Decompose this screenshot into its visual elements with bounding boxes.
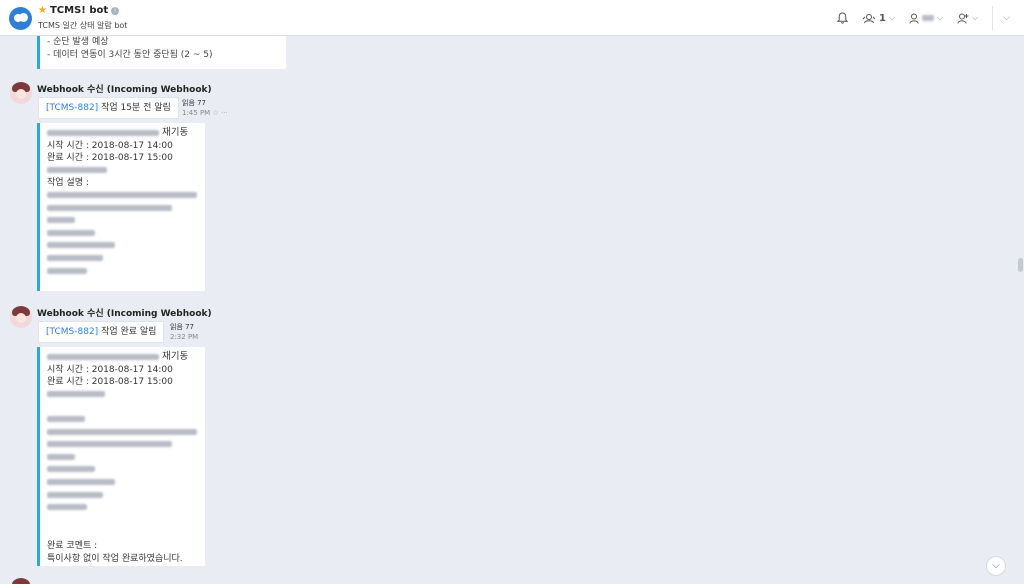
blurred-text [47,130,159,137]
read-count[interactable]: 읽음 77 [182,98,206,108]
card-line-blurred [47,439,205,452]
card-desc-label: 작업 설명 : [47,178,89,189]
chevron-down-icon: ⌵ [972,13,979,22]
card-start-time: 시작 시간 : 2018-08-17 14:00 [47,140,173,151]
card-title-suffix: 재기동 [162,127,189,139]
card-line-blurred [47,203,205,216]
card-end-time: 완료 시간 : 2018-08-17 15:00 [47,377,173,388]
member-count: 1 [878,12,886,24]
message-card: 재기동 시작 시간 : 2018-08-17 14:00 완료 시간 : 201… [37,347,205,566]
message-text: 작업 15분 전 알림 [101,103,171,113]
card-comment-label: 완료 코멘트 : [47,540,98,551]
scroll-to-bottom-button[interactable]: ⌵ [986,556,1006,576]
message-bubble: [TCMS-882] 작업 15분 전 알림 [38,97,179,119]
card-comment: 특이사항 없이 작업 완료하였습니다. [47,553,183,564]
message-bubble: [TCMS-882] 작업 완료 알림 [38,321,165,343]
members-button[interactable]: 1 ⌵ [862,13,895,24]
card-line-blurred [47,414,205,427]
card-blank-line [47,527,205,540]
card-line-blurred [47,502,205,515]
card-title-suffix: 재기동 [162,351,189,363]
message-time: 2:32 PM [170,333,199,341]
favorite-star-icon[interactable]: ★ [38,5,47,16]
card-line-blurred [47,464,205,477]
read-count[interactable]: 읽음 77 [170,322,194,332]
card-line: - 순단 발생 예상 [47,37,109,47]
card-title: 재기동 [47,127,205,140]
card-blank-line [47,401,205,414]
sender-name[interactable]: Webhook 수신 (Incoming Webhook) [37,82,212,95]
card-line-blurred [47,490,205,503]
card-title: 재기동 [47,351,205,364]
card-line-blurred [47,477,205,490]
card-blank-line [47,515,205,528]
bookmark-star-icon[interactable]: ☆ [212,109,218,117]
chevron-down-icon: ⌵ [1003,13,1010,23]
chevron-down-icon: ⌵ [992,560,1000,571]
invite-user-icon [957,13,969,24]
card-line-blurred [47,215,205,228]
card-line: - 데이터 연동이 3시간 동안 중단됨 (2 ~ 5) [47,50,213,60]
card-line-blurred [47,228,205,241]
header-actions: 1 ⌵ ⌵ ⌵ ⌵ [836,0,1024,36]
sender-avatar[interactable] [10,82,32,104]
header-divider [992,6,994,30]
card-line-blurred [47,190,205,203]
card-start-time: 시작 시간 : 2018-08-17 14:00 [47,364,173,375]
blurred-text [47,354,159,361]
notification-button[interactable] [836,12,848,24]
sender-avatar[interactable] [10,306,32,328]
card-line-blurred [47,266,205,279]
card-line-blurred [47,389,205,402]
chat-header: ★ TCMS! bot i TCMS 일간 상태 알람 bot 1 ⌵ ⌵ ⌵ … [0,0,1024,36]
chat-subtitle: TCMS 일간 상태 알람 bot [38,21,128,30]
more-button[interactable]: ⌵ [1003,13,1010,23]
ticket-link[interactable]: [TCMS-882] [46,327,98,337]
message-time: 1:45 PM ☆ ··· [182,109,228,117]
card-line-blurred [47,253,205,266]
title-row: ★ TCMS! bot i [38,5,120,16]
previous-message-card: - 순단 발생 예상 - 데이터 연동이 3시간 동안 중단됨 (2 ~ 5) [37,36,286,69]
more-options-icon[interactable]: ··· [221,109,228,117]
card-line-blurred [47,427,205,440]
chevron-down-icon: ⌵ [937,13,944,22]
card-line-blurred [47,452,205,465]
bot-avatar[interactable] [9,7,32,30]
sender-name[interactable]: Webhook 수신 (Incoming Webhook) [37,306,212,319]
invite-button[interactable]: ⌵ [957,13,978,24]
card-end-time: 완료 시간 : 2018-08-17 15:00 [47,153,173,164]
user-icon [909,13,919,24]
members-icon [862,13,876,23]
bell-icon [836,12,848,24]
card-line-blurred [47,240,205,253]
chat-title: TCMS! bot [49,5,109,16]
message-card: 재기동 시작 시간 : 2018-08-17 14:00 완료 시간 : 201… [37,123,205,291]
scrollbar-thumb[interactable] [1018,258,1023,272]
chevron-down-icon: ⌵ [888,13,896,22]
message-text: 작업 완료 알림 [101,327,157,337]
card-line-blurred [47,165,205,178]
message-time-text: 1:45 PM [182,109,211,117]
user-menu-button[interactable]: ⌵ [909,13,943,24]
sender-avatar[interactable] [10,578,32,584]
ticket-link[interactable]: [TCMS-882] [46,103,98,113]
info-icon[interactable]: i [111,6,120,15]
user-name-blurred [922,15,935,21]
